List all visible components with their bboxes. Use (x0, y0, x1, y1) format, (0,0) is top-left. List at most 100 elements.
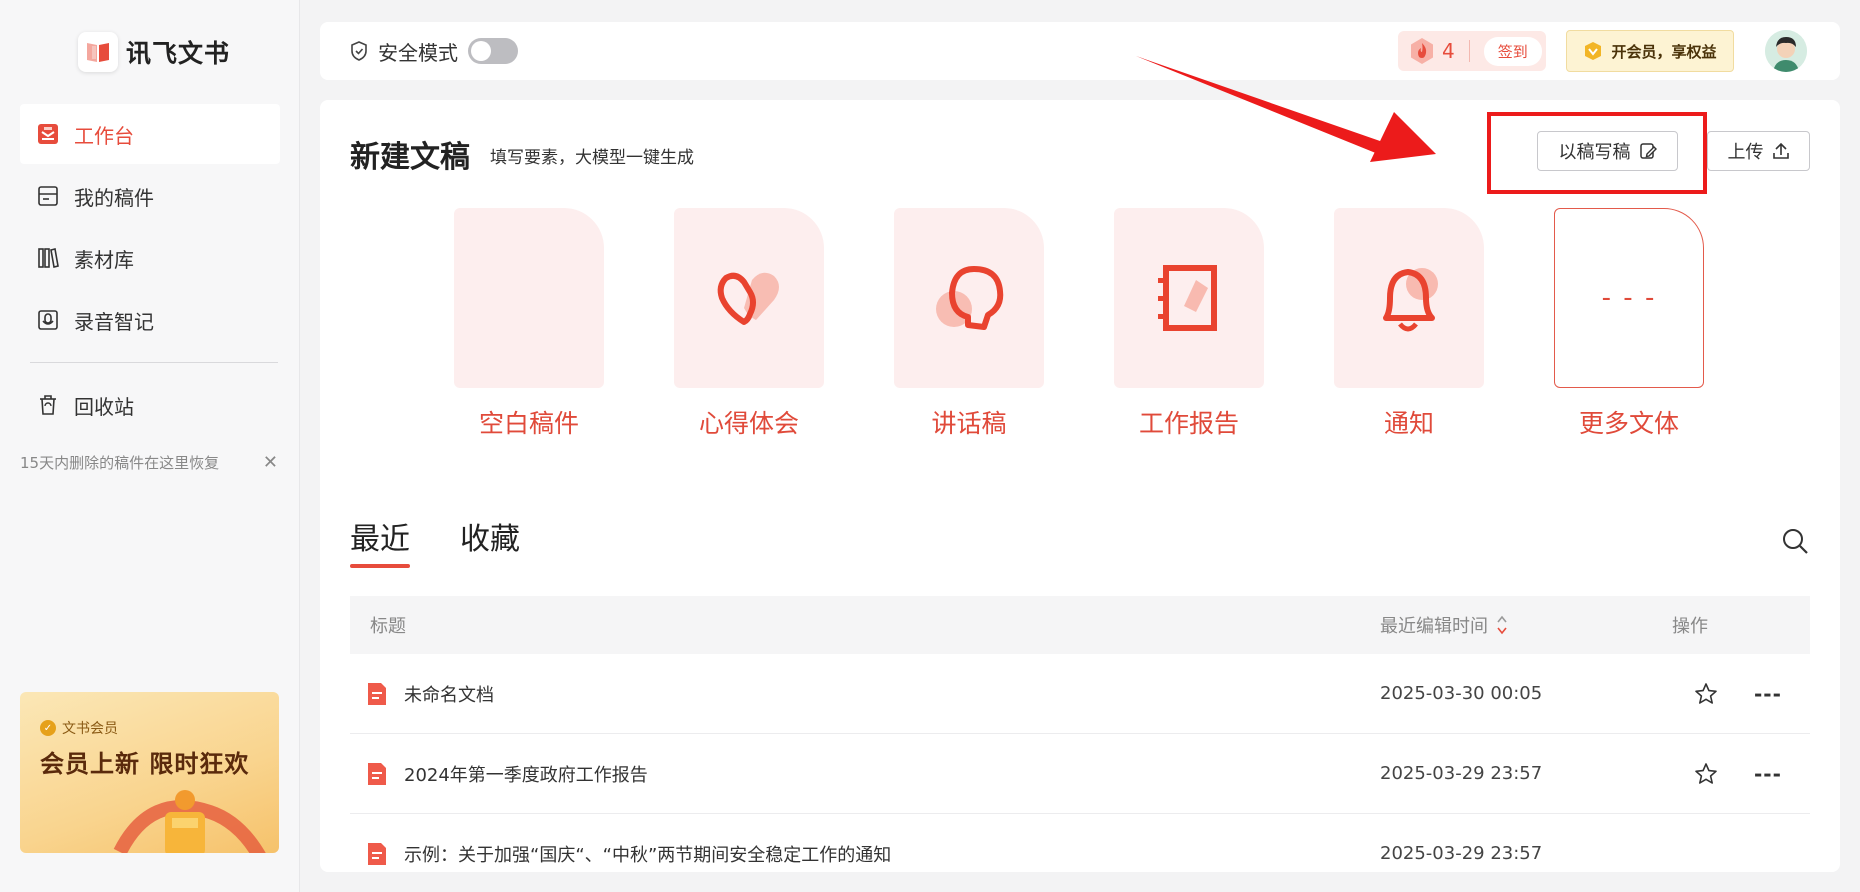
column-header-time-label: 最近编辑时间 (1380, 616, 1488, 637)
sidebar: 讯飞文书 工作台 我的稿件 素材库 录音智记 回收站 15天内删除的稿件在这里恢… (0, 0, 300, 892)
bell-icon (1383, 268, 1438, 332)
recover-tip-text: 15天内删除的稿件在这里恢复 (20, 454, 220, 472)
page-title: 新建文稿 (350, 140, 470, 175)
star-icon[interactable] (1694, 682, 1718, 706)
template-label: 心得体会 (698, 409, 799, 438)
table-row[interactable]: 示例：关于加强“国庆“、“中秋”两节期间安全稳定工作的通知 2025-03-29… (350, 814, 1810, 872)
sidebar-item-workbench[interactable]: 工作台 (20, 104, 280, 164)
table-row[interactable]: 2024年第一季度政府工作报告 2025-03-29 23:57 --- (350, 734, 1810, 814)
brand-name: 讯飞文书 (126, 39, 231, 68)
brand-logo[interactable]: 讯飞文书 (78, 32, 230, 72)
row-title: 示例：关于加强“国庆“、“中秋”两节期间安全稳定工作的通知 (350, 841, 1380, 867)
row-time: 2025-03-29 23:57 (1380, 843, 1543, 864)
upload-button[interactable]: 上传 (1707, 131, 1810, 171)
close-icon[interactable]: ✕ (263, 452, 280, 473)
signin-button[interactable]: 签到 (1483, 36, 1542, 66)
crown-icon: ✓ (40, 720, 56, 736)
template-card-work-report[interactable]: 工作报告 (1114, 208, 1264, 440)
more-actions-icon[interactable]: --- (1754, 682, 1782, 706)
sidebar-item-label: 回收站 (74, 394, 134, 419)
edit-doc-icon (1639, 143, 1657, 159)
safe-mode: 安全模式 (350, 22, 518, 80)
avatar[interactable] (1765, 30, 1807, 72)
promo-title: 会员上新 限时狂欢 (40, 750, 250, 778)
template-card-bg (674, 208, 824, 388)
sidebar-item-my-drafts[interactable]: 我的稿件 (20, 166, 280, 226)
document-tabs: 最近 收藏 (350, 514, 520, 568)
drafts-icon (36, 184, 60, 208)
vip-button[interactable]: 开会员，享权益 (1566, 30, 1734, 72)
sidebar-item-label: 我的稿件 (74, 185, 154, 210)
row-title-text[interactable]: 未命名文档 (404, 681, 494, 707)
template-card-bg (1114, 208, 1264, 388)
sidebar-nav: 工作台 我的稿件 素材库 录音智记 (20, 104, 280, 352)
template-card-notice[interactable]: 通知 (1334, 208, 1484, 440)
safe-mode-toggle[interactable] (468, 38, 518, 64)
sort-icon[interactable] (1496, 614, 1508, 636)
shield-icon (351, 41, 367, 61)
streak-divider (1468, 40, 1470, 62)
sidebar-item-trash[interactable]: 回收站 (20, 375, 280, 435)
notebook-icon (1158, 265, 1217, 331)
promo-gift-icon (113, 790, 266, 853)
row-title-text[interactable]: 2024年第一季度政府工作报告 (404, 761, 648, 787)
promo-badge: ✓ 文书会员 (40, 718, 118, 738)
doc-file-icon (368, 762, 386, 785)
template-card-reflection[interactable]: 心得体会 (674, 208, 824, 440)
library-icon (36, 246, 60, 270)
column-header-title: 标题 (370, 616, 406, 637)
annotation-arrow (1136, 56, 1436, 162)
row-title: 未命名文档 (350, 681, 1380, 707)
template-card-more[interactable]: - - - 更多文体 (1554, 208, 1704, 440)
row-title-text[interactable]: 示例：关于加强“国庆“、“中秋”两节期间安全稳定工作的通知 (404, 841, 891, 867)
blank-doc-icon (454, 208, 604, 388)
column-header-actions: 操作 (1672, 616, 1708, 637)
sidebar-item-recording-notes[interactable]: 录音智记 (20, 290, 280, 350)
template-card-blank[interactable]: 空白稿件 (454, 208, 604, 440)
row-actions: --- (1610, 682, 1810, 706)
table-row[interactable]: 未命名文档 2025-03-30 00:05 --- (350, 654, 1810, 734)
tab-recent[interactable]: 最近 (350, 514, 410, 568)
column-header-time[interactable]: 最近编辑时间 (1380, 612, 1610, 638)
template-card-bg (1334, 208, 1484, 388)
sidebar-divider (30, 362, 278, 363)
sidebar-item-label: 工作台 (74, 123, 134, 148)
topbar: 安全模式 4 签到 开会员，享权益 (320, 22, 1840, 80)
write-from-draft-label: 以稿写稿 (1558, 142, 1631, 163)
write-from-draft-button[interactable]: 以稿写稿 (1537, 131, 1678, 171)
template-card-bg (894, 208, 1044, 388)
sidebar-item-material-library[interactable]: 素材库 (20, 228, 280, 288)
template-card-bg: - - - (1554, 208, 1704, 388)
safe-mode-label: 安全模式 (378, 40, 458, 65)
doc-file-icon (368, 842, 386, 865)
template-label: 讲话稿 (931, 409, 1007, 438)
sidebar-secondary-nav: 回收站 (20, 375, 280, 437)
upload-label: 上传 (1727, 142, 1764, 163)
tab-favorites[interactable]: 收藏 (460, 514, 520, 566)
workbench-icon (36, 122, 60, 146)
recording-icon (36, 308, 60, 332)
vip-crown-icon (1585, 42, 1602, 60)
template-label: 更多文体 (1578, 409, 1679, 438)
star-icon[interactable] (1694, 762, 1718, 786)
recent-documents-table: 标题 最近编辑时间 操作 未命名文档 2025-03-30 00:05 --- … (350, 596, 1810, 872)
promo-badge-text: 文书会员 (62, 721, 118, 737)
template-label: 空白稿件 (478, 409, 579, 438)
sidebar-item-label: 素材库 (74, 247, 134, 272)
more-actions-icon[interactable]: --- (1754, 762, 1782, 786)
template-label: 通知 (1383, 409, 1434, 438)
table-header: 标题 最近编辑时间 操作 (350, 596, 1810, 654)
vip-button-label: 开会员，享权益 (1611, 42, 1717, 61)
vip-promo-banner[interactable]: ✓ 文书会员 会员上新 限时狂欢 (20, 692, 279, 853)
row-time: 2025-03-29 23:57 (1380, 763, 1543, 784)
workbench-panel: 新建文稿 填写要素，大模型一键生成 以稿写稿 上传 空白稿件 心得体会 讲话稿 … (320, 100, 1840, 872)
row-actions: --- (1610, 762, 1810, 786)
doc-file-icon (368, 682, 386, 705)
more-icon: - - - (1601, 283, 1657, 313)
recover-tip: 15天内删除的稿件在这里恢复 ✕ (20, 452, 280, 473)
sidebar-item-label: 录音智记 (74, 309, 154, 334)
search-icon[interactable] (1780, 526, 1810, 556)
template-card-speech[interactable]: 讲话稿 (894, 208, 1044, 440)
row-title: 2024年第一季度政府工作报告 (350, 761, 1380, 787)
heart-icon (717, 272, 779, 325)
